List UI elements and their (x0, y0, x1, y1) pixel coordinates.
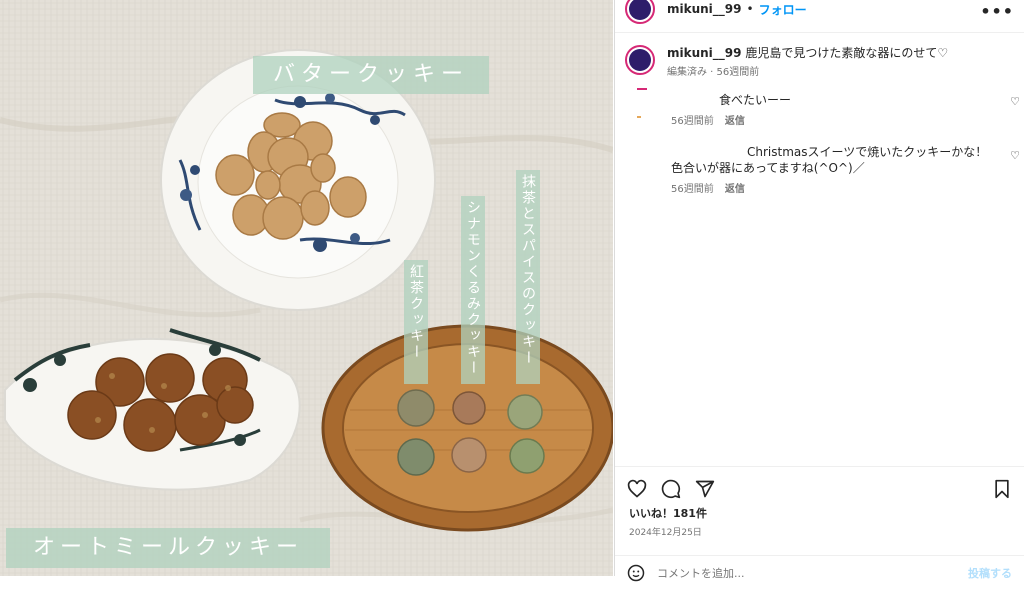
more-icon[interactable]: ••• (980, 2, 1014, 21)
comment-like-icon[interactable]: ♡ (1010, 94, 1020, 110)
share-icon[interactable] (695, 479, 715, 499)
cinnamon-cookie-label: シナモンくるみクッキー (461, 196, 485, 384)
oatmeal-cookie-label: オートミールクッキー (6, 528, 330, 568)
caption-username[interactable]: mikuni__99 (667, 46, 742, 60)
post-comment-button[interactable]: 投稿する (968, 565, 1012, 581)
separator-dot: • (746, 2, 754, 16)
likes-count[interactable]: いいね！181件 (615, 499, 1024, 521)
matcha-cookie-label: 抹茶とスパイスのクッキー (516, 170, 540, 384)
heart-icon[interactable] (627, 479, 647, 499)
post-actions: いいね！181件 2024年12月25日 投稿する (615, 466, 1024, 582)
caption: mikuni__99 鹿児島で見つけた素敵な器にのせて♡ 編集済み · 56週間… (615, 33, 1024, 78)
comment-item: Christmasスイーツで焼いたクッキーかな！色合いが器にあってますね(^O^… (615, 144, 1024, 198)
add-comment-bar: 投稿する (615, 555, 1024, 590)
reply-button[interactable]: 返信 (725, 184, 745, 195)
avatar-fragment-2 (637, 116, 641, 118)
caption-meta: 編集済み · 56週間前 (667, 67, 760, 78)
comment-time: 56週間前 (671, 184, 714, 195)
bookmark-icon[interactable] (992, 479, 1012, 499)
post-photo[interactable]: バタークッキー オートミールクッキー 紅茶クッキー シナモンくるみクッキー 抹茶… (0, 0, 613, 576)
comment-icon[interactable] (661, 479, 681, 499)
avatar[interactable] (625, 0, 655, 24)
butter-cookie-label: バタークッキー (253, 56, 489, 94)
comment-item: 食べたいーー ♡ 56週間前 返信 (615, 88, 1024, 130)
caption-text: 鹿児島で見つけた素敵な器にのせて♡ (745, 46, 949, 60)
comment-like-icon[interactable]: ♡ (1010, 148, 1020, 164)
tea-cookie-label: 紅茶クッキー (404, 260, 428, 384)
post-side-panel: mikuni__99 • フォロー ••• mikuni__99 鹿児島で見つけ… (614, 0, 1024, 582)
emoji-icon[interactable] (627, 564, 645, 582)
comment-text: 食べたいーー (719, 93, 792, 107)
reply-button[interactable]: 返信 (725, 116, 745, 127)
header-username[interactable]: mikuni__99 (667, 2, 742, 16)
avatar-fragment (637, 88, 647, 90)
post-date: 2024年12月25日 (629, 528, 702, 538)
comment-time: 56週間前 (671, 116, 714, 127)
caption-avatar[interactable] (625, 45, 655, 75)
comment-text: Christmasスイーツで焼いたクッキーかな！色合いが器にあってますね(^O^… (671, 145, 988, 175)
follow-button[interactable]: フォロー (759, 1, 807, 18)
comment-input[interactable] (655, 565, 968, 581)
post-header: mikuni__99 • フォロー ••• (615, 0, 1024, 33)
